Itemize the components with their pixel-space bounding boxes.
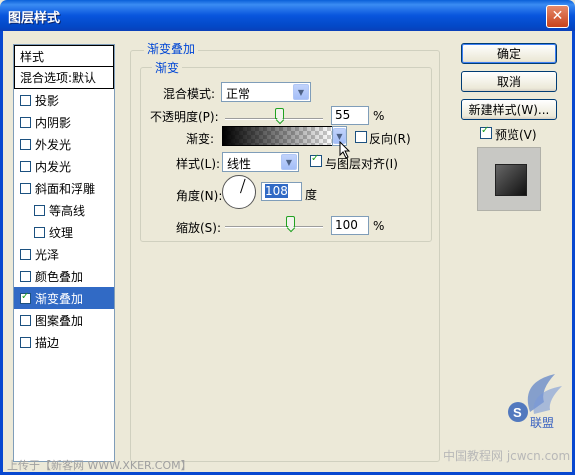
style-list-item-label: 光泽: [35, 247, 60, 262]
blend-options-item[interactable]: 混合选项:默认: [14, 67, 114, 89]
style-checkbox[interactable]: [20, 314, 31, 326]
style-value: 线性: [227, 157, 252, 171]
style-list-header[interactable]: 样式: [14, 45, 114, 67]
close-icon: ✕: [551, 8, 564, 24]
opacity-input[interactable]: 55: [331, 106, 369, 125]
preview-thumbnail: [477, 147, 541, 211]
style-list-item-label: 外发光: [35, 137, 72, 152]
scale-slider-track[interactable]: [225, 226, 323, 228]
style-list-item[interactable]: 外发光: [14, 133, 114, 155]
opacity-label: 不透明度(P):: [150, 110, 219, 124]
blend-mode-value: 正常: [226, 87, 251, 101]
reverse-label: 反向(R): [369, 132, 411, 146]
style-list-item[interactable]: 渐变叠加: [14, 287, 114, 309]
ok-button[interactable]: 确定: [461, 43, 557, 64]
style-checkbox[interactable]: [20, 116, 31, 128]
style-list-item[interactable]: 纹理: [14, 221, 114, 243]
gradient-label: 渐变:: [186, 132, 215, 146]
svg-text:S: S: [513, 405, 522, 420]
style-select[interactable]: 线性 ▼: [222, 152, 299, 172]
cancel-button[interactable]: 取消: [461, 71, 557, 92]
scale-slider-thumb[interactable]: [286, 216, 295, 227]
watermark-right: 中国教程网 jcwcn.com: [443, 449, 571, 463]
watermark-left: 上传于【新客网 WWW.XKER.COM】: [7, 459, 192, 472]
angle-dial[interactable]: [222, 175, 256, 209]
style-checkbox[interactable]: [20, 182, 31, 194]
angle-label: 角度(N):: [176, 189, 223, 203]
style-checkbox[interactable]: [20, 160, 31, 172]
style-list-item-label: 内发光: [35, 159, 72, 174]
window-title: 图层样式: [8, 11, 61, 26]
style-label: 样式(L):: [176, 157, 221, 171]
reverse-checkbox[interactable]: [355, 131, 367, 143]
preview-label: 预览(V): [495, 128, 537, 142]
style-checkbox[interactable]: [20, 270, 31, 282]
style-list-item-label: 内阴影: [35, 115, 72, 130]
style-checkbox[interactable]: [20, 248, 31, 260]
opacity-slider-thumb[interactable]: [274, 108, 284, 119]
watermark-bar: 上传于【新客网 WWW.XKER.COM】 中国教程网 jcwcn.com: [3, 449, 571, 472]
gradient-picker[interactable]: [222, 126, 333, 146]
watermark-logo-icon: S 联盟: [508, 374, 562, 430]
chevron-down-icon: ▼: [281, 154, 297, 170]
style-list-item-label: 投影: [35, 93, 60, 108]
scale-unit: %: [373, 219, 385, 233]
chevron-down-icon: ▼: [293, 84, 309, 100]
scale-input[interactable]: 100: [331, 216, 369, 235]
close-button[interactable]: ✕: [546, 5, 569, 28]
style-checkbox[interactable]: [20, 291, 31, 304]
style-list-item-label: 图案叠加: [35, 313, 84, 328]
angle-input[interactable]: 108: [261, 182, 302, 201]
style-list-item-label: 斜面和浮雕: [35, 181, 96, 196]
svg-text:联盟: 联盟: [530, 416, 554, 430]
title-bar: 图层样式 ✕: [0, 0, 575, 31]
style-list-item-label: 等高线: [49, 203, 86, 218]
style-list-item-label: 纹理: [49, 225, 74, 240]
align-with-layer-checkbox[interactable]: [310, 153, 322, 167]
style-checkbox[interactable]: [20, 94, 31, 106]
angle-dial-hand: [240, 178, 246, 194]
gradient-group-title: 渐变: [152, 59, 183, 76]
style-checkbox[interactable]: [20, 138, 31, 150]
style-list-item-label: 颜色叠加: [35, 269, 84, 284]
style-list-item[interactable]: 颜色叠加: [14, 265, 114, 287]
angle-unit: 度: [305, 188, 318, 202]
style-checkbox[interactable]: [34, 226, 45, 238]
style-list-item[interactable]: 光泽: [14, 243, 114, 265]
blend-mode-label: 混合模式:: [163, 87, 216, 101]
preview-swatch: [495, 164, 527, 196]
angle-value: 108: [265, 184, 288, 198]
style-list-item[interactable]: 描边: [14, 331, 114, 353]
style-list-item[interactable]: 等高线: [14, 199, 114, 221]
scale-label: 缩放(S):: [176, 221, 222, 235]
style-list-item[interactable]: 斜面和浮雕: [14, 177, 114, 199]
align-with-layer-label: 与图层对齐(I): [325, 157, 398, 171]
style-checkbox[interactable]: [34, 204, 45, 216]
gradient-overlay-title: 渐变叠加: [144, 40, 199, 57]
style-list: 样式 混合选项:默认 投影内阴影外发光内发光斜面和浮雕等高线纹理光泽颜色叠加渐变…: [13, 44, 115, 462]
window-frame-left: [0, 31, 3, 475]
style-list-item[interactable]: 内阴影: [14, 111, 114, 133]
style-checkbox[interactable]: [20, 336, 31, 348]
style-list-item[interactable]: 投影: [14, 89, 114, 111]
style-list-item[interactable]: 图案叠加: [14, 309, 114, 331]
style-list-item[interactable]: 内发光: [14, 155, 114, 177]
style-list-item-label: 描边: [35, 335, 60, 350]
style-list-item-label: 渐变叠加: [35, 291, 84, 306]
new-style-button[interactable]: 新建样式(W)...: [461, 99, 557, 120]
style-list-items: 投影内阴影外发光内发光斜面和浮雕等高线纹理光泽颜色叠加渐变叠加图案叠加描边: [14, 89, 114, 353]
preview-checkbox[interactable]: [480, 125, 492, 139]
blend-mode-select[interactable]: 正常 ▼: [221, 82, 311, 102]
opacity-unit: %: [373, 109, 385, 123]
